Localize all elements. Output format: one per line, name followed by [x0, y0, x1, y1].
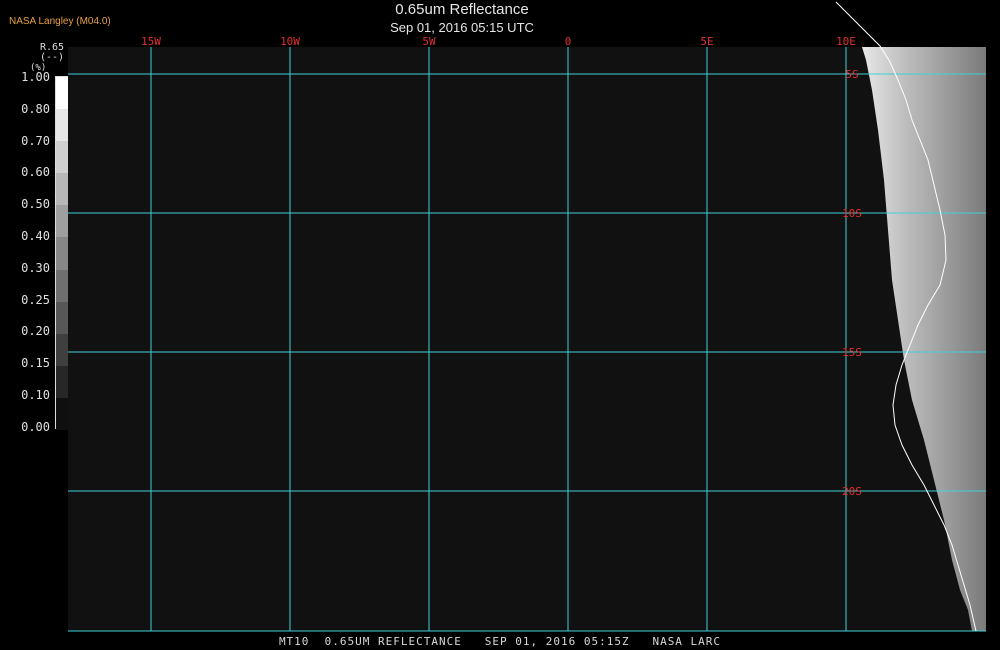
latitude-label: 15S	[842, 346, 862, 359]
longitude-label: 10W	[280, 35, 300, 48]
longitude-label: 5E	[700, 35, 713, 48]
longitude-label: 0	[565, 35, 572, 48]
map-background	[68, 47, 986, 631]
satellite-image-viewer: NASA Langley (M04.0) 0.65um Reflectance …	[0, 0, 1000, 650]
longitude-label: 10E	[836, 35, 856, 48]
map-panel: 15W 10W 5W 0 5E 10E 5S 10S 15S 20S	[68, 1, 986, 632]
latitude-label: 5S	[845, 68, 858, 81]
latitude-label: 20S	[842, 485, 862, 498]
longitude-label: 5W	[422, 35, 436, 48]
longitude-label: 15W	[141, 35, 161, 48]
footer-caption: MT10 0.65UM REFLECTANCE SEP 01, 2016 05:…	[278, 635, 722, 648]
latitude-label: 10S	[842, 207, 862, 220]
